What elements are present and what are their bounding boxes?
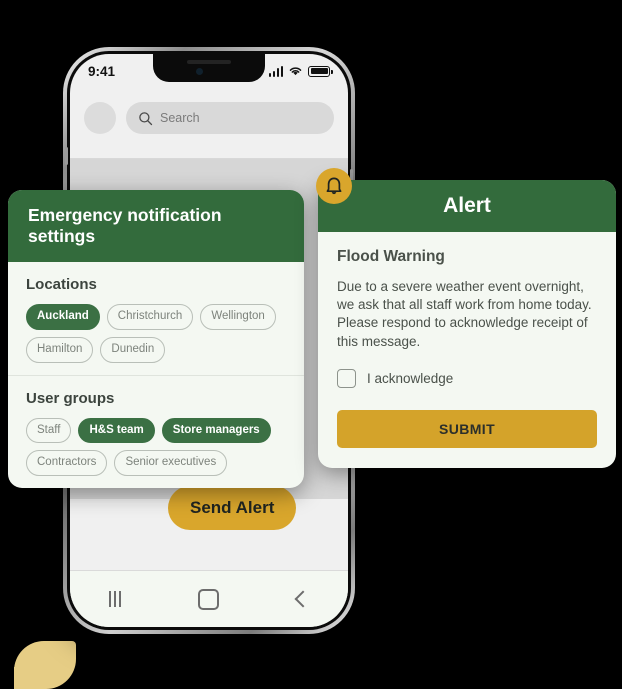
phone-notch	[153, 54, 265, 82]
acknowledge-checkbox[interactable]	[337, 368, 356, 388]
phone-volume-button	[65, 147, 68, 165]
alert-card-body: Flood Warning Due to a severe weather ev…	[318, 232, 616, 468]
settings-card-title: Emergency notification settings	[8, 190, 304, 262]
front-camera-icon	[196, 68, 203, 75]
chip-dunedin[interactable]: Dunedin	[100, 336, 166, 363]
home-icon[interactable]	[198, 588, 220, 610]
acknowledge-row: I acknowledge	[337, 368, 597, 388]
alert-message: Due to a severe weather event overnight,…	[337, 279, 592, 349]
battery-icon	[308, 65, 333, 77]
chip-hs-team[interactable]: H&S team	[78, 417, 155, 444]
decorative-gold-shape	[14, 641, 76, 689]
user-groups-chip-group: Staff H&S team Store managers Contractor…	[26, 417, 286, 477]
avatar[interactable]	[84, 102, 116, 134]
chip-wellington[interactable]: Wellington	[200, 304, 276, 330]
chip-contractors[interactable]: Contractors	[26, 450, 108, 477]
search-row: Search	[70, 98, 348, 138]
chip-store-managers[interactable]: Store managers	[161, 417, 271, 444]
settings-card-body: Locations Auckland Christchurch Wellingt…	[8, 262, 304, 488]
send-alert-button[interactable]: Send Alert	[168, 486, 297, 530]
locations-section: Locations Auckland Christchurch Wellingt…	[8, 262, 304, 375]
user-groups-section-title: User groups	[26, 389, 115, 407]
search-icon	[139, 111, 153, 125]
chip-auckland[interactable]: Auckland	[26, 304, 100, 330]
submit-button[interactable]: SUBMIT	[337, 409, 597, 448]
search-input[interactable]: Search	[126, 102, 334, 134]
locations-section-title: Locations	[26, 276, 97, 293]
acknowledge-label: I acknowledge	[367, 370, 454, 386]
alert-card-title: Alert	[318, 180, 616, 232]
search-placeholder: Search	[160, 111, 200, 125]
bell-icon	[326, 177, 342, 194]
screen-divider	[70, 158, 348, 159]
status-bar-time: 9:41	[88, 63, 116, 79]
user-groups-section: User groups Staff H&S team Store manager…	[8, 374, 304, 489]
bell-notification-badge[interactable]	[316, 168, 352, 204]
chip-christchurch[interactable]: Christchurch	[106, 304, 194, 330]
status-bar-indicators	[268, 65, 333, 77]
back-icon[interactable]	[294, 590, 312, 608]
alert-card: Alert Flood Warning Due to a severe weat…	[318, 180, 616, 468]
chip-hamilton[interactable]: Hamilton	[26, 336, 94, 363]
cellular-signal-icon	[268, 65, 283, 77]
chip-senior-executives[interactable]: Senior executives	[114, 450, 228, 477]
recents-icon[interactable]	[108, 591, 121, 607]
earpiece-speaker	[187, 60, 231, 64]
chip-staff[interactable]: Staff	[26, 417, 72, 444]
emergency-notification-settings-card: Emergency notification settings Location…	[8, 190, 304, 489]
locations-chip-group: Auckland Christchurch Wellington Hamilto…	[26, 304, 286, 363]
android-nav-bar	[70, 570, 348, 627]
wifi-icon	[289, 67, 302, 76]
alert-subject: Flood Warning	[337, 248, 445, 265]
